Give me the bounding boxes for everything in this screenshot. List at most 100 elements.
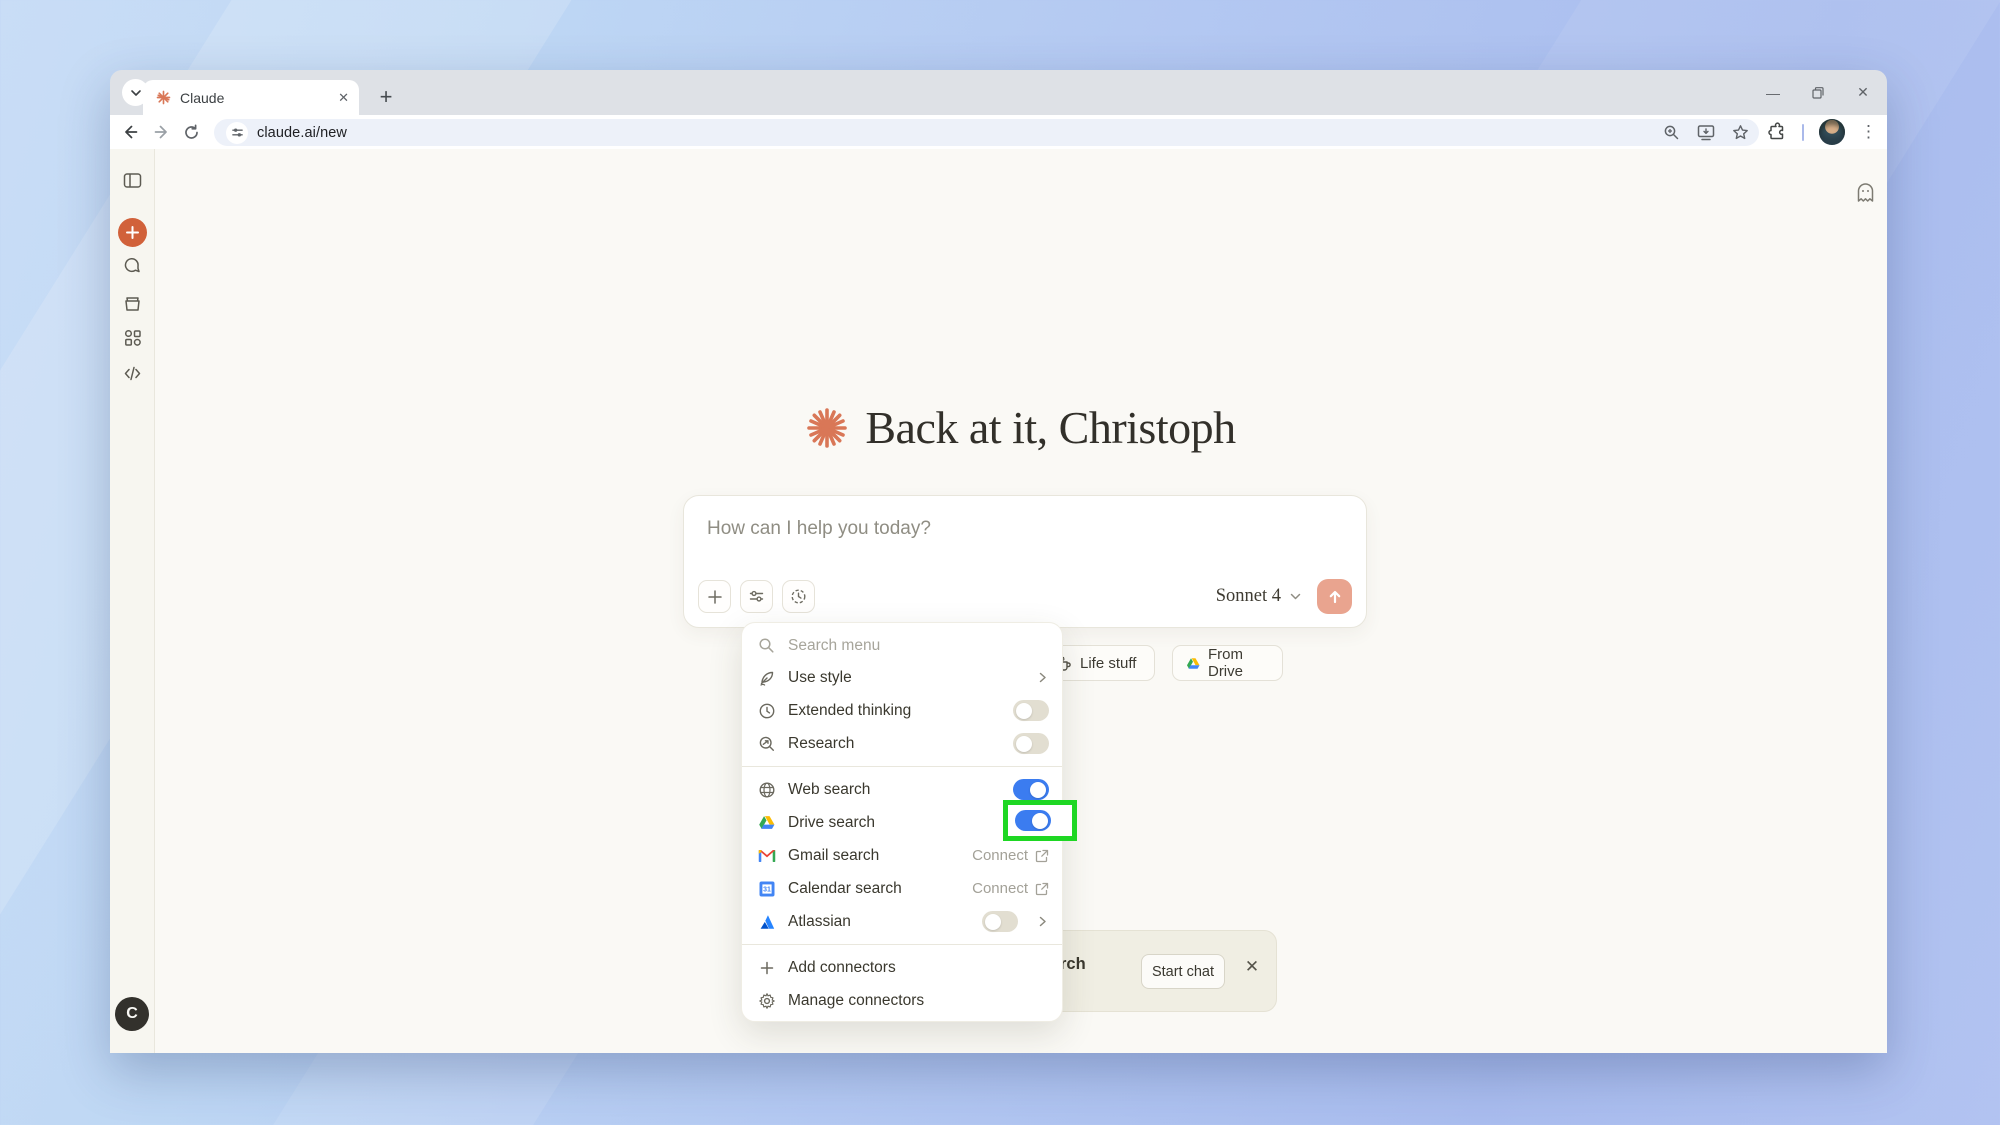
menu-item-atlassian[interactable]: Atlassian (742, 905, 1062, 938)
research-icon (757, 735, 776, 753)
web-search-toggle[interactable] (1013, 779, 1049, 800)
menu-item-label: Atlassian (788, 913, 970, 931)
menu-divider (742, 944, 1062, 945)
attach-button[interactable] (698, 580, 731, 613)
history-button[interactable] (782, 580, 815, 613)
bookmark-star-icon[interactable] (1732, 124, 1749, 141)
research-toggle[interactable] (1013, 733, 1049, 754)
window-restore-button[interactable] (1808, 83, 1828, 103)
menu-item-calendar-search[interactable]: 31 Calendar search Connect (742, 872, 1062, 905)
menu-item-use-style[interactable]: Use style (742, 661, 1062, 694)
gmail-icon (757, 849, 776, 863)
chevron-down-icon (1289, 590, 1302, 603)
menu-search-placeholder: Search menu (788, 637, 1049, 655)
window-close-button[interactable]: ✕ (1853, 83, 1873, 103)
code-icon[interactable] (110, 363, 155, 384)
globe-icon (757, 781, 776, 799)
clock-icon (757, 702, 776, 720)
artifacts-icon[interactable] (110, 328, 155, 348)
svg-text:31: 31 (763, 886, 771, 893)
sidebar-toggle-icon[interactable] (110, 170, 155, 191)
start-chat-label: Start chat (1152, 964, 1214, 980)
forward-button[interactable] (146, 117, 176, 147)
back-button[interactable] (116, 117, 146, 147)
site-settings-icon[interactable] (226, 122, 248, 144)
menu-item-extended-thinking[interactable]: Extended thinking (742, 694, 1062, 727)
google-calendar-icon: 31 (757, 881, 776, 897)
chip-label: Life stuff (1080, 655, 1136, 672)
extended-thinking-toggle[interactable] (1013, 700, 1049, 721)
model-selector[interactable]: Sonnet 4 (1216, 586, 1302, 607)
chevron-right-icon (1036, 915, 1049, 928)
page-title: Back at it, Christoph (865, 401, 1235, 454)
banner-close-icon[interactable]: ✕ (1240, 955, 1264, 979)
tab-claude[interactable]: Claude ✕ (143, 80, 359, 115)
browser-window: Claude ✕ + — ✕ claude.ai/new (110, 70, 1887, 1053)
atlassian-icon (757, 914, 776, 930)
menu-item-label: Gmail search (788, 847, 960, 865)
menu-item-label: Research (788, 735, 1001, 753)
tab-close-icon[interactable]: ✕ (338, 90, 349, 106)
menu-item-label: Drive search (788, 814, 1001, 832)
menu-item-label: Add connectors (788, 959, 1049, 977)
zoom-icon[interactable] (1663, 124, 1680, 141)
new-chat-button[interactable] (118, 218, 147, 247)
gear-icon (757, 992, 776, 1010)
claude-favicon (156, 90, 171, 105)
connect-label: Connect (972, 880, 1028, 897)
composer[interactable]: How can I help you today? Sonnet 4 (683, 495, 1367, 628)
start-chat-button[interactable]: Start chat (1141, 954, 1225, 989)
send-button[interactable] (1317, 579, 1352, 614)
google-drive-icon (757, 815, 776, 830)
chip-from-drive[interactable]: From Drive (1172, 645, 1283, 681)
menu-item-label: Extended thinking (788, 702, 1001, 720)
menu-item-label: Manage connectors (788, 992, 1049, 1010)
composer-placeholder[interactable]: How can I help you today? (707, 518, 931, 540)
external-link-icon (1035, 882, 1049, 896)
model-name: Sonnet 4 (1216, 586, 1281, 607)
user-avatar-initial: C (126, 1005, 138, 1023)
projects-icon[interactable] (110, 293, 155, 314)
arrow-up-icon (1327, 589, 1343, 605)
tab-strip: Claude ✕ + — ✕ (110, 70, 1887, 115)
tools-button[interactable] (740, 580, 773, 613)
menu-item-label: Use style (788, 669, 1024, 687)
menu-item-add-connectors[interactable]: Add connectors (742, 951, 1062, 984)
connect-label: Connect (972, 847, 1028, 864)
banner-text-fragment: rch (1060, 955, 1086, 974)
browser-profile-avatar[interactable] (1819, 119, 1845, 145)
sidebar: C (110, 149, 155, 1053)
install-icon[interactable] (1697, 124, 1715, 141)
external-link-icon (1035, 849, 1049, 863)
drive-search-highlight-box (1003, 800, 1077, 841)
browser-menu-icon[interactable]: ⋮ (1860, 122, 1877, 142)
address-bar[interactable]: claude.ai/new (214, 119, 1759, 146)
gmail-connect[interactable]: Connect (972, 847, 1049, 864)
greeting-row: Back at it, Christoph (155, 401, 1887, 454)
new-tab-button[interactable]: + (370, 80, 402, 114)
menu-item-manage-connectors[interactable]: Manage connectors (742, 984, 1062, 1017)
menu-item-label: Calendar search (788, 880, 960, 898)
url-text: claude.ai/new (257, 125, 347, 141)
menu-search-input[interactable]: Search menu (742, 630, 1062, 661)
menu-item-gmail-search[interactable]: Gmail search Connect (742, 839, 1062, 872)
chevron-right-icon (1036, 671, 1049, 684)
menu-divider (742, 766, 1062, 767)
chats-icon[interactable] (110, 257, 155, 278)
drive-search-toggle-highlighted[interactable] (1015, 810, 1051, 831)
calendar-connect[interactable]: Connect (972, 880, 1049, 897)
menu-item-label: Web search (788, 781, 1001, 799)
google-drive-icon (1186, 656, 1200, 671)
menu-item-research[interactable]: Research (742, 727, 1062, 760)
atlassian-toggle[interactable] (982, 911, 1018, 932)
user-avatar[interactable]: C (115, 997, 149, 1031)
search-icon (757, 637, 776, 654)
window-minimize-button[interactable]: — (1763, 83, 1783, 103)
reload-button[interactable] (176, 117, 206, 147)
toolbar-separator (1802, 124, 1804, 141)
extensions-puzzle-icon[interactable] (1767, 122, 1787, 142)
tab-title: Claude (180, 90, 338, 106)
chevron-down-icon (130, 87, 142, 99)
ghost-icon[interactable] (1850, 177, 1880, 207)
claude-logo (806, 407, 848, 449)
